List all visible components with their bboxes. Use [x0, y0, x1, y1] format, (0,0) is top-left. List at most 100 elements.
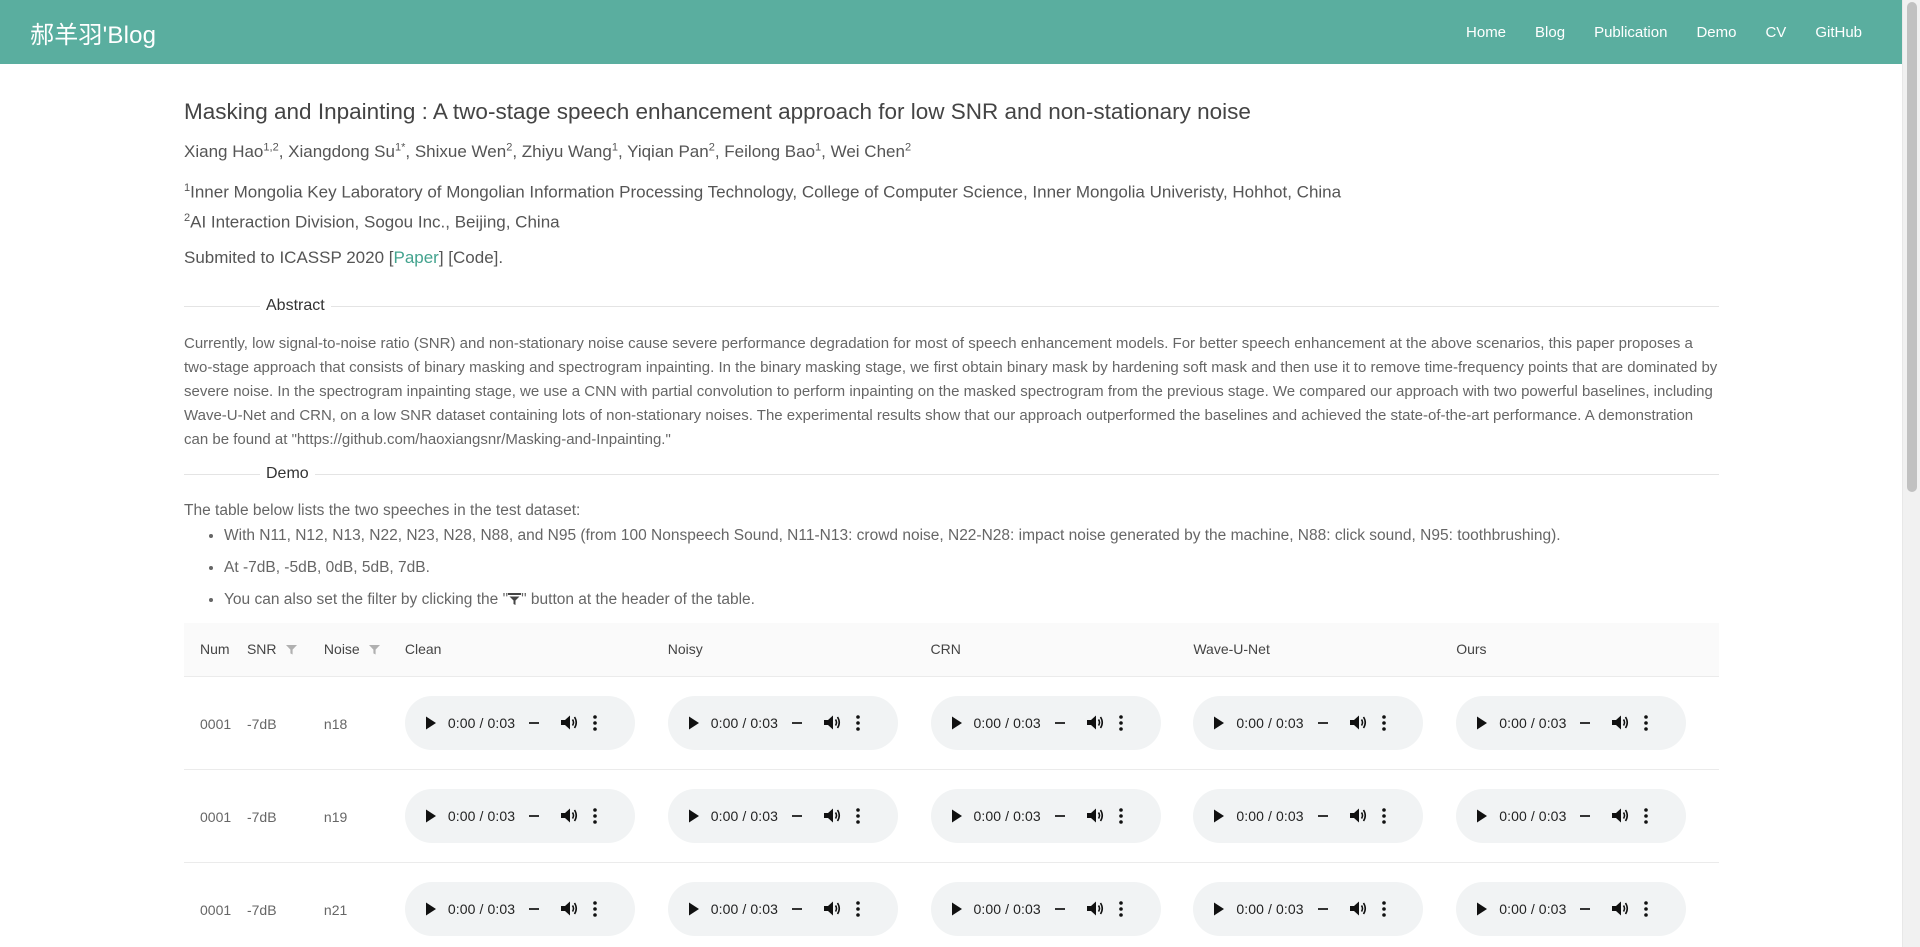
play-icon[interactable]	[1213, 809, 1225, 823]
play-icon[interactable]	[688, 716, 700, 730]
audio-player[interactable]: 0:00 / 0:03	[1193, 788, 1424, 843]
audio-player[interactable]: 0:00 / 0:03	[667, 788, 898, 843]
nav-blog[interactable]: Blog	[1535, 24, 1565, 41]
play-icon[interactable]	[1476, 716, 1488, 730]
audio-player[interactable]: 0:00 / 0:03	[1456, 881, 1687, 936]
audio-player[interactable]: 0:00 / 0:03	[1193, 881, 1424, 936]
audio-cell: 0:00 / 0:03	[404, 695, 668, 750]
progress-bar[interactable]	[1054, 814, 1065, 817]
play-icon[interactable]	[425, 716, 437, 730]
more-icon[interactable]	[1381, 715, 1386, 731]
volume-icon[interactable]	[561, 901, 578, 916]
nav-home[interactable]: Home	[1466, 24, 1506, 41]
audio-player[interactable]: 0:00 / 0:03	[1456, 788, 1687, 843]
progress-bar[interactable]	[529, 814, 540, 817]
play-icon[interactable]	[951, 716, 963, 730]
progress-bar[interactable]	[1580, 814, 1591, 817]
progress-bar[interactable]	[1580, 721, 1591, 724]
play-icon[interactable]	[688, 809, 700, 823]
nav-cv[interactable]: CV	[1765, 24, 1786, 41]
progress-bar[interactable]	[1317, 907, 1328, 910]
more-icon[interactable]	[593, 808, 597, 824]
progress-bar[interactable]	[529, 721, 540, 724]
volume-icon[interactable]	[823, 808, 841, 823]
audio-player[interactable]: 0:00 / 0:03	[930, 881, 1161, 936]
more-icon[interactable]	[1381, 808, 1386, 824]
progress-bar[interactable]	[791, 721, 802, 724]
more-icon[interactable]	[1644, 901, 1649, 917]
volume-icon[interactable]	[823, 901, 841, 916]
play-icon[interactable]	[1213, 902, 1225, 916]
progress-bar[interactable]	[1054, 907, 1065, 910]
play-icon[interactable]	[1476, 902, 1488, 916]
volume-icon[interactable]	[1086, 715, 1104, 730]
audio-time: 0:00 / 0:03	[973, 714, 1041, 731]
progress-bar[interactable]	[791, 814, 802, 817]
play-icon[interactable]	[425, 902, 437, 916]
progress-bar[interactable]	[1580, 907, 1591, 910]
volume-icon[interactable]	[1349, 715, 1367, 730]
progress-bar[interactable]	[1317, 814, 1328, 817]
audio-player[interactable]: 0:00 / 0:03	[667, 881, 898, 936]
author: Xiangdong Su1*,	[288, 141, 415, 161]
play-icon[interactable]	[951, 902, 963, 916]
audio-player[interactable]: 0:00 / 0:03	[404, 881, 635, 936]
more-icon[interactable]	[593, 901, 597, 917]
audio-player[interactable]: 0:00 / 0:03	[930, 695, 1161, 750]
volume-icon[interactable]	[561, 808, 578, 823]
more-icon[interactable]	[856, 808, 860, 824]
more-icon[interactable]	[1644, 808, 1649, 824]
progress-bar[interactable]	[791, 907, 802, 910]
progress-bar[interactable]	[1317, 721, 1328, 724]
scrollbar-thumb[interactable]	[1907, 2, 1917, 492]
play-icon[interactable]	[951, 809, 963, 823]
volume-icon[interactable]	[1612, 901, 1629, 916]
audio-player[interactable]: 0:00 / 0:03	[1456, 695, 1687, 750]
nav-demo[interactable]: Demo	[1696, 24, 1736, 41]
play-icon[interactable]	[1213, 716, 1225, 730]
filter-icon[interactable]	[285, 644, 297, 655]
volume-icon[interactable]	[1612, 715, 1629, 730]
audio-time: 0:00 / 0:03	[447, 900, 516, 917]
nav-github[interactable]: GitHub	[1815, 24, 1862, 41]
more-icon[interactable]	[1644, 715, 1649, 731]
volume-icon[interactable]	[1086, 808, 1104, 823]
audio-player[interactable]: 0:00 / 0:03	[404, 788, 635, 843]
audio-cell: 0:00 / 0:03	[930, 881, 1194, 936]
volume-icon[interactable]	[1349, 901, 1367, 916]
table-row: 0001 -7dB n18 0:00 / 0:03 0:00 / 0:03 0:…	[184, 677, 1719, 770]
play-icon[interactable]	[425, 809, 437, 823]
volume-icon[interactable]	[823, 715, 841, 730]
more-icon[interactable]	[856, 901, 860, 917]
audio-time: 0:00 / 0:03	[710, 807, 778, 824]
more-icon[interactable]	[1118, 901, 1123, 917]
demo-heading: Demo	[260, 461, 315, 486]
paper-link[interactable]: Paper	[393, 248, 438, 267]
brand-logo[interactable]: 郝羊羽'Blog	[30, 15, 156, 50]
play-icon[interactable]	[1476, 809, 1488, 823]
audio-player[interactable]: 0:00 / 0:03	[404, 695, 635, 750]
filter-icon[interactable]	[368, 644, 380, 655]
paper-title: Masking and Inpainting : A two-stage spe…	[184, 99, 1251, 124]
header-wave-u-net: Wave-U-Net	[1193, 641, 1270, 658]
audio-cell: 0:00 / 0:03	[1193, 881, 1456, 936]
affiliation-2: 2AI Interaction Division, Sogou Inc., Be…	[184, 212, 560, 232]
progress-bar[interactable]	[1054, 721, 1065, 724]
more-icon[interactable]	[856, 715, 860, 731]
volume-icon[interactable]	[1612, 808, 1629, 823]
more-icon[interactable]	[593, 715, 597, 731]
more-icon[interactable]	[1118, 808, 1123, 824]
volume-icon[interactable]	[561, 715, 578, 730]
audio-player[interactable]: 0:00 / 0:03	[667, 695, 898, 750]
volume-icon[interactable]	[1086, 901, 1104, 916]
header-snr: SNR	[247, 641, 324, 657]
audio-player[interactable]: 0:00 / 0:03	[930, 788, 1161, 843]
more-icon[interactable]	[1381, 901, 1386, 917]
progress-bar[interactable]	[529, 907, 540, 910]
more-icon[interactable]	[1118, 715, 1123, 731]
nav-publication[interactable]: Publication	[1594, 24, 1667, 41]
play-icon[interactable]	[688, 902, 700, 916]
page-scrollbar[interactable]	[1902, 0, 1920, 947]
volume-icon[interactable]	[1349, 808, 1367, 823]
audio-player[interactable]: 0:00 / 0:03	[1193, 695, 1424, 750]
